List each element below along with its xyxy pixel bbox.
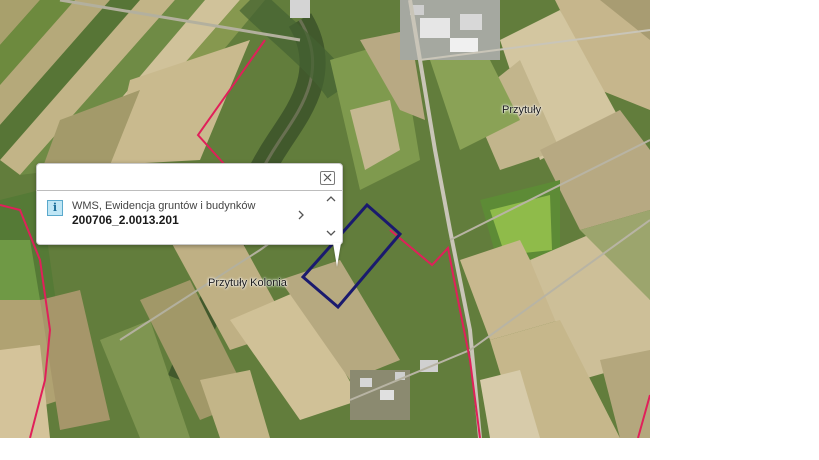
popup-pointer [333, 243, 341, 267]
chevron-up-icon [326, 196, 336, 202]
next-result-button[interactable] [296, 209, 306, 221]
popup-header [37, 164, 342, 191]
layer-name: WMS, Ewidencja gruntów i budynków [72, 200, 256, 212]
info-icon: i [47, 200, 63, 216]
place-label-przytuly-kolonia: Przytuły Kolonia [208, 277, 287, 289]
feature-info-popup: i WMS, Ewidencja gruntów i budynków 2007… [36, 163, 343, 267]
close-button[interactable] [320, 171, 335, 185]
feature-id: 200706_2.0013.201 [72, 213, 179, 227]
chevron-down-icon [326, 230, 336, 236]
map-viewport[interactable]: Przytuły Przytuły Kolonia i WMS, Ewidenc… [0, 0, 650, 438]
scroll-up-button[interactable] [326, 192, 336, 206]
scroll-down-button[interactable] [326, 226, 336, 240]
fields-east [460, 180, 650, 438]
place-label-przytuly: Przytuły [502, 104, 542, 116]
close-icon [323, 173, 332, 182]
chevron-right-icon [298, 210, 304, 220]
